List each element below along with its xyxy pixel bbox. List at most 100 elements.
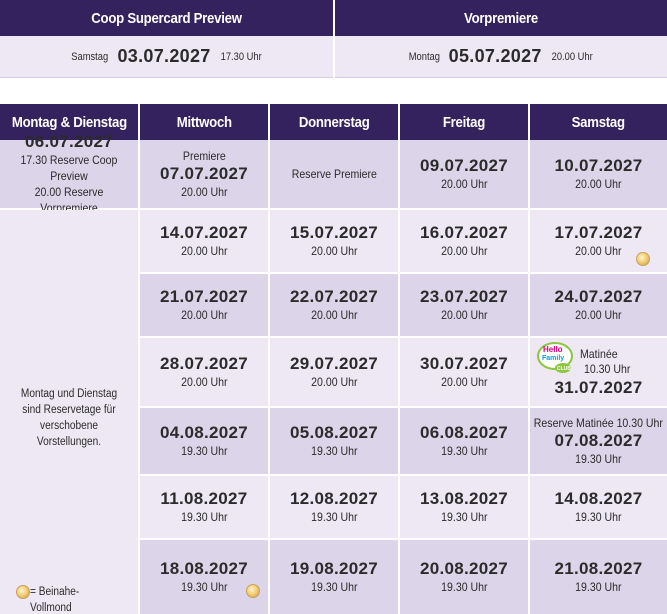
cell-row3-freitag: 30.07.2027 20.00 Uhr — [400, 338, 528, 406]
date: 19.08.2027 — [289, 559, 379, 578]
cell-row5-donnerstag: 12.08.2027 19.30 Uhr — [270, 476, 398, 538]
legend-label: = Beinahe-Vollmond — [30, 586, 80, 614]
cell-row4-freitag: 06.08.2027 19.30 Uhr — [400, 408, 528, 474]
coop-preview-header: Coop Supercard Preview — [0, 0, 333, 36]
date: 16.07.2027 — [419, 223, 509, 242]
date: 06.07.2027 — [24, 132, 114, 151]
coop-preview-cell: Samstag 03.07.2027 17.30 Uhr — [0, 36, 333, 78]
time: 19.30 Uhr — [180, 510, 228, 524]
time: 20.00 Uhr — [180, 184, 228, 199]
cell-mittwoch-07-07: Premiere 07.07.2027 20.00 Uhr — [140, 140, 268, 208]
time: 20.00 Uhr — [310, 308, 358, 322]
cell-row6-donnerstag: 19.08.2027 19.30 Uhr — [270, 540, 398, 614]
time: 20.00 Uhr — [440, 375, 488, 389]
date: 12.08.2027 — [289, 489, 379, 508]
cell-row5-samstag: 14.08.2027 19.30 Uhr — [530, 476, 667, 538]
date: 13.08.2027 — [419, 489, 509, 508]
reserve-matinee-label: Reserve Matinée 10.30 Uhr — [533, 415, 664, 430]
time: 20.00 Uhr — [440, 244, 488, 258]
hello-family-club-logo: Hello Family CLUB — [537, 342, 573, 373]
col-header-label: Freitag — [442, 113, 486, 131]
time: 20.00 Uhr — [180, 308, 228, 322]
coop-preview-day: Samstag — [71, 50, 109, 63]
date: 20.08.2027 — [419, 559, 509, 578]
time: 20.00 Uhr — [180, 244, 228, 258]
date: 31.07.2027 — [554, 378, 643, 397]
date: 07.08.2027 — [554, 430, 643, 450]
date: 23.07.2027 — [419, 287, 509, 306]
time: 19.30 Uhr — [440, 510, 488, 524]
date: 11.08.2027 — [160, 489, 248, 508]
time: 20.00 Uhr — [575, 308, 622, 322]
time: 19.30 Uhr — [310, 510, 358, 524]
cell-freitag-09-07: 09.07.2027 20.00 Uhr — [400, 140, 528, 208]
cell-row4-donnerstag: 05.08.2027 19.30 Uhr — [270, 408, 398, 474]
cell-row1-freitag: 16.07.2027 20.00 Uhr — [400, 210, 528, 272]
date: 07.07.2027 — [159, 163, 249, 183]
date: 29.07.2027 — [289, 354, 379, 373]
matinee-label: Matinée — [580, 347, 618, 361]
vorpremiere-date: 05.07.2027 — [448, 46, 542, 66]
cell-row1-donnerstag: 15.07.2027 20.00 Uhr — [270, 210, 398, 272]
reserve-note: Montag und Dienstag sind Reservetage für… — [20, 388, 118, 448]
col-header-samstag: Samstag — [530, 104, 667, 140]
col-header-label: Montag & Dienstag — [11, 113, 127, 131]
col-header-donnerstag: Donnerstag — [270, 104, 398, 140]
logo-club: CLUB — [557, 366, 571, 372]
vorpremiere-cell: Montag 05.07.2027 20.00 Uhr — [335, 36, 667, 78]
matinee-time: 10.30 Uhr — [584, 362, 631, 376]
cell-row5-freitag: 13.08.2027 19.30 Uhr — [400, 476, 528, 538]
date: 05.08.2027 — [289, 423, 379, 442]
reserve-coop-preview: 17.30 Reserve Coop Preview — [20, 153, 118, 183]
date: 06.08.2027 — [419, 423, 509, 442]
vorpremiere-header: Vorpremiere — [335, 0, 667, 36]
coop-preview-title: Coop Supercard Preview — [91, 9, 242, 27]
time: 19.30 Uhr — [180, 444, 228, 458]
cell-row2-donnerstag: 22.07.2027 20.00 Uhr — [270, 274, 398, 336]
cell-row4-samstag: Reserve Matinée 10.30 Uhr 07.08.2027 19.… — [530, 408, 667, 474]
date: 21.08.2027 — [554, 559, 643, 578]
cell-row6-freitag: 20.08.2027 19.30 Uhr — [400, 540, 528, 614]
time: 20.00 Uhr — [575, 177, 622, 191]
cell-row2-freitag: 23.07.2027 20.00 Uhr — [400, 274, 528, 336]
time: 19.30 Uhr — [575, 510, 622, 524]
moon-icon — [246, 584, 260, 598]
moon-icon — [636, 252, 650, 266]
time: 19.30 Uhr — [310, 444, 358, 458]
coop-preview-time: 17.30 Uhr — [220, 50, 262, 63]
time: 19.30 Uhr — [440, 580, 488, 594]
time: 19.30 Uhr — [440, 444, 488, 458]
cell-samstag-10-07: 10.07.2027 20.00 Uhr — [530, 140, 667, 208]
vorpremiere-title: Vorpremiere — [464, 9, 538, 27]
date: 15.07.2027 — [289, 223, 379, 242]
date: 09.07.2027 — [419, 156, 509, 175]
date: 04.08.2027 — [159, 423, 249, 442]
time: 20.00 Uhr — [180, 375, 228, 389]
time: 19.30 Uhr — [180, 580, 228, 594]
col-header-label: Samstag — [571, 113, 626, 131]
cell-row1-mittwoch: 14.07.2027 20.00 Uhr — [140, 210, 268, 272]
col-header-freitag: Freitag — [400, 104, 528, 140]
cell-montag-06-07: 06.07.2027 17.30 Reserve Coop Preview 20… — [0, 132, 138, 215]
coop-preview-date: 03.07.2027 — [117, 46, 211, 66]
cell-row3-mittwoch: 28.07.2027 20.00 Uhr — [140, 338, 268, 406]
time: 19.30 Uhr — [310, 580, 358, 594]
date: 28.07.2027 — [159, 354, 249, 373]
cell-row6-mittwoch: 18.08.2027 19.30 Uhr — [140, 540, 268, 614]
date: 10.07.2027 — [554, 156, 643, 175]
vorpremiere-time: 20.00 Uhr — [551, 50, 593, 63]
date: 14.07.2027 — [159, 223, 249, 242]
cell-donnerstag-reserve: Reserve Premiere — [270, 140, 398, 208]
time: 20.00 Uhr — [310, 244, 358, 258]
premiere-label: Premiere — [182, 148, 226, 163]
date: 21.07.2027 — [159, 287, 249, 306]
time: 19.30 Uhr — [575, 580, 622, 594]
cell-row4-mittwoch: 04.08.2027 19.30 Uhr — [140, 408, 268, 474]
cell-row3-donnerstag: 29.07.2027 20.00 Uhr — [270, 338, 398, 406]
cell-row2-mittwoch: 21.07.2027 20.00 Uhr — [140, 274, 268, 336]
cell-row2-samstag: 24.07.2027 20.00 Uhr — [530, 274, 667, 336]
date: 22.07.2027 — [289, 287, 379, 306]
date: 18.08.2027 — [159, 559, 249, 578]
logo-hello: Hello — [543, 345, 563, 354]
col-header-mittwoch: Mittwoch — [140, 104, 268, 140]
